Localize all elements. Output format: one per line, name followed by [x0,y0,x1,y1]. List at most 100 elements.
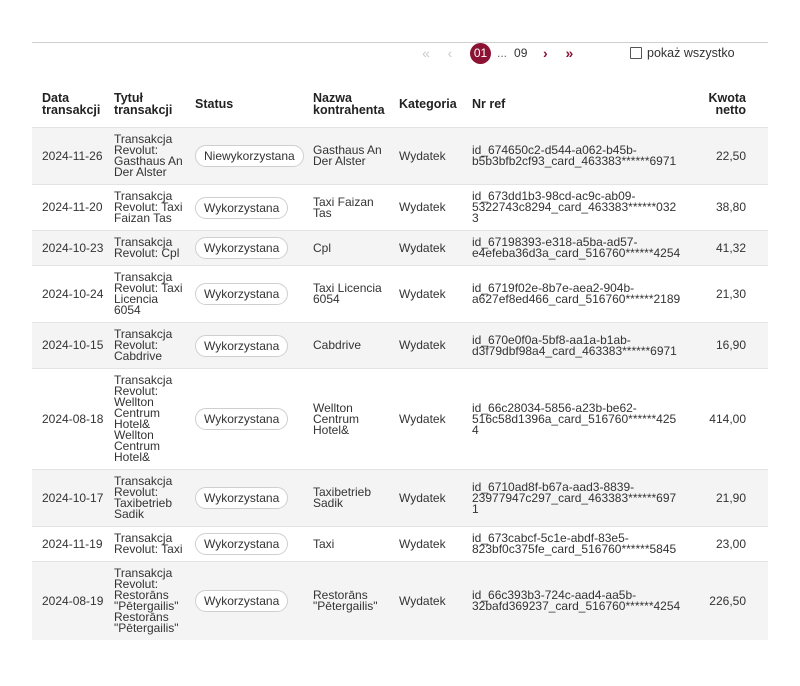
cell-counterparty: Taxi [309,526,395,562]
header-status[interactable]: Status [191,84,309,128]
cell-counterparty: Taxibetrieb Sadik [309,469,395,527]
cell-date: 2024-08-18 [32,368,110,470]
status-badge[interactable]: Wykorzystana [195,334,289,357]
cell-date: 2024-10-23 [32,230,110,266]
cell-category: Wydatek [395,265,468,323]
cell-category: Wydatek [395,526,468,562]
table-row[interactable]: 2024-10-24 Transakcja Revolut: Taxi Licen… [32,265,768,323]
cell-counterparty: Cpl [309,230,395,266]
cell-counterparty: Cabdrive [309,322,395,369]
cell-amount: 16,90 [686,322,768,369]
table-row[interactable]: 2024-10-23 Transakcja Revolut: Cpl Wykorzy… [32,230,768,266]
header-amount[interactable]: Kwota netto [686,84,768,128]
chevron-left-icon[interactable]: ‹ [438,42,462,64]
status-badge[interactable]: Wykorzystana [195,590,289,612]
table-row[interactable]: 2024-08-18 Transakcja Revolut: Wellton Ce… [32,368,768,470]
table-header-row: Data transakcji Tytuł transakcji Status … [32,84,768,128]
cell-status: Wykorzystana [191,561,309,640]
table-row[interactable]: 2024-10-15 Transakcja Revolut: Cabdrive Wy… [32,322,768,369]
cell-status: Wykorzystana [191,184,309,231]
table-row[interactable]: 2024-11-20 Transakcja Revolut: Taxi Faiza… [32,184,768,231]
cell-amount: 23,00 [686,526,768,562]
cell-counterparty: Taxi Faizan Tas [309,184,395,231]
cell-ref: id_6710ad8f-b67a-aad3-8839-23977947c297_… [468,469,686,527]
cell-category: Wydatek [395,230,468,266]
table-row[interactable]: 2024-11-26 Transakcja Revolut: Gasthaus A… [32,127,768,185]
pagination-ellipsis: ... [497,46,508,60]
cell-date: 2024-10-17 [32,469,110,527]
cell-status: Wykorzystana [191,265,309,323]
cell-status: Wykorzystana [191,368,309,470]
cell-status: Wykorzystana [191,322,309,369]
cell-ref: id_66c28034-5856-a23b-be62-516c58d1396a_… [468,368,686,470]
status-badge[interactable]: Wykorzystana [195,196,289,219]
cell-title: Transakcja Revolut: Taxi Faizan Tas [110,184,191,231]
table-row[interactable]: 2024-10-17 Transakcja Revolut: Taxibetrie… [32,469,768,527]
cell-category: Wydatek [395,184,468,231]
cell-counterparty: Wellton Centrum Hotel& [309,368,395,470]
header-category[interactable]: Kategoria [395,84,468,128]
cell-date: 2024-08-19 [32,561,110,640]
cell-ref: id_67198393-e318-a5ba-ad57-e4efeba36d3a_… [468,230,686,266]
cell-ref: id_66c393b3-724c-aad4-aa5b-32bafd369237_… [468,561,686,640]
header-date[interactable]: Data transakcji [32,84,110,128]
cell-category: Wydatek [395,127,468,185]
show-all-toggle[interactable]: pokaż wszystko [630,46,735,60]
cell-amount: 414,00 [686,368,768,470]
current-page-button[interactable]: 01 [470,42,491,64]
cell-status: Wykorzystana [191,230,309,266]
double-chevron-left-icon[interactable]: « [414,42,438,64]
cell-amount: 41,32 [686,230,768,266]
cell-title: Transakcja Revolut: Taxibetrieb Sadik [110,469,191,527]
cell-title: Transakcja Revolut: Gasthaus An Der Alst… [110,127,191,185]
cell-category: Wydatek [395,368,468,470]
cell-status: Wykorzystana [191,526,309,562]
header-counterparty[interactable]: Nazwa kontrahenta [309,84,395,128]
cell-date: 2024-11-26 [32,127,110,185]
pagination: « ‹ 01 ... 09 › » [414,42,581,64]
cell-counterparty: Restorāns "Pētergailis" [309,561,395,640]
cell-category: Wydatek [395,561,468,640]
cell-counterparty: Gasthaus An Der Alster [309,127,395,185]
cell-amount: 22,50 [686,127,768,185]
status-badge[interactable]: Niewykorzystana [195,145,304,167]
cell-title: Transakcja Revolut: Cpl [110,230,191,266]
cell-status: Niewykorzystana [191,127,309,185]
status-badge[interactable]: Wykorzystana [195,283,289,305]
table-row[interactable]: 2024-08-19 Transakcja Revolut: Restorāns … [32,561,768,640]
cell-amount: 21,90 [686,469,768,527]
cell-category: Wydatek [395,322,468,369]
cell-ref: id_670e0f0a-5bf8-aa1a-b1ab-d3f79dbf98a4_… [468,322,686,369]
show-all-label: pokaż wszystko [647,46,735,60]
header-ref[interactable]: Nr ref [468,84,686,128]
cell-title: Transakcja Revolut: Restorāns "Pētergail… [110,561,191,640]
cell-date: 2024-10-24 [32,265,110,323]
cell-title: Transakcja Revolut: Taxi [110,526,191,562]
cell-category: Wydatek [395,469,468,527]
double-chevron-right-icon[interactable]: » [557,42,581,64]
cell-ref: id_674650c2-d544-a062-b45b-b5b3bfb2cf93_… [468,127,686,185]
cell-status: Wykorzystana [191,469,309,527]
status-badge[interactable]: Wykorzystana [195,487,289,509]
last-page-button[interactable]: 09 [514,46,527,60]
cell-date: 2024-11-19 [32,526,110,562]
cell-ref: id_6719f02e-8b7e-aea2-904b-a627ef8ed466_… [468,265,686,323]
cell-title: Transakcja Revolut: Cabdrive [110,322,191,369]
chevron-right-icon[interactable]: › [533,42,557,64]
status-badge[interactable]: Wykorzystana [195,533,289,555]
table-row[interactable]: 2024-11-19 Transakcja Revolut: Taxi Wykorz… [32,526,768,562]
transactions-table: Data transakcji Tytuł transakcji Status … [32,84,768,640]
cell-title: Transakcja Revolut: Taxi Licencia 6054 [110,265,191,323]
cell-date: 2024-10-15 [32,322,110,369]
top-divider [32,42,768,43]
status-badge[interactable]: Wykorzystana [195,237,289,259]
cell-ref: id_673dd1b3-98cd-ac9c-ab09-5322743c8294_… [468,184,686,231]
cell-ref: id_673cabcf-5c1e-abdf-83e5-823bf0c375fe_… [468,526,686,562]
cell-amount: 21,30 [686,265,768,323]
cell-counterparty: Taxi Licencia 6054 [309,265,395,323]
cell-amount: 226,50 [686,561,768,640]
status-badge[interactable]: Wykorzystana [195,408,289,430]
header-title[interactable]: Tytuł transakcji [110,84,191,128]
show-all-checkbox[interactable] [630,47,642,59]
cell-amount: 38,80 [686,184,768,231]
